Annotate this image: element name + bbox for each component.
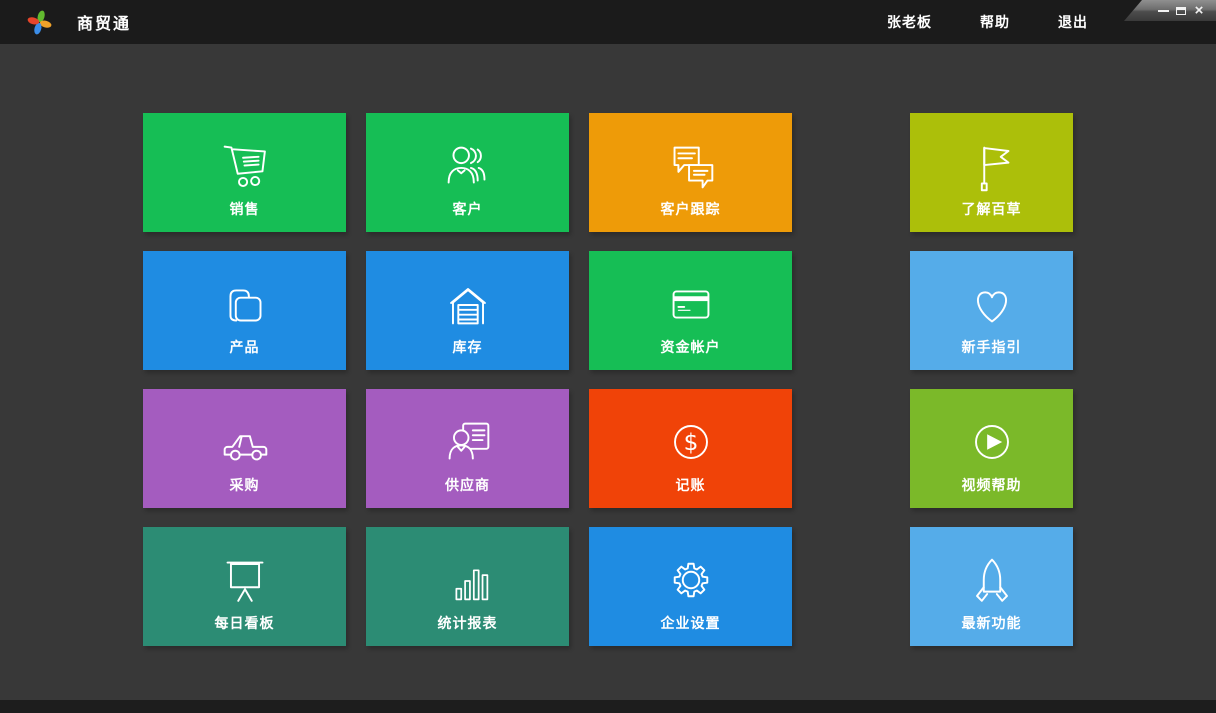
tile-label: 了解百草 bbox=[961, 201, 1022, 217]
main-tile-grid: 销售 客户 客户跟踪 产品 库存 资金帐户 采购 供应商 $ 记账 每日看板 统… bbox=[143, 113, 792, 646]
app-title: 商贸通 bbox=[77, 16, 132, 33]
titlebar: 商贸通 张老板 帮助 退出 bbox=[0, 0, 1216, 44]
chat-icon bbox=[660, 135, 722, 197]
tile-label: 资金帐户 bbox=[660, 339, 721, 355]
warehouse-icon bbox=[437, 273, 499, 335]
tile-label: 采购 bbox=[229, 477, 260, 493]
tile-bookkeeping[interactable]: $ 记账 bbox=[589, 389, 792, 508]
tile-statistics-reports[interactable]: 统计报表 bbox=[366, 527, 569, 646]
tile-label: 客户 bbox=[452, 201, 483, 217]
tile-label: 每日看板 bbox=[214, 615, 275, 631]
app-logo-pinwheel-icon bbox=[26, 9, 53, 36]
people-icon bbox=[437, 135, 499, 197]
tile-suppliers[interactable]: 供应商 bbox=[366, 389, 569, 508]
maximize-icon bbox=[1176, 6, 1186, 15]
rocket-icon bbox=[961, 549, 1023, 611]
side-tile-grid: 了解百草 新手指引 视频帮助 最新功能 bbox=[910, 113, 1073, 646]
tile-about-baicao[interactable]: 了解百草 bbox=[910, 113, 1073, 232]
close-button[interactable]: × bbox=[1190, 2, 1208, 20]
tile-label: 记账 bbox=[675, 477, 706, 493]
dollar-circle-icon: $ bbox=[660, 411, 722, 473]
flag-icon bbox=[961, 135, 1023, 197]
tile-label: 企业设置 bbox=[660, 615, 721, 631]
tile-products[interactable]: 产品 bbox=[143, 251, 346, 370]
tile-sales[interactable]: 销售 bbox=[143, 113, 346, 232]
tile-label: 销售 bbox=[229, 201, 260, 217]
svg-text:$: $ bbox=[683, 429, 698, 456]
maximize-button[interactable] bbox=[1172, 2, 1190, 20]
minimize-button[interactable] bbox=[1154, 2, 1172, 20]
tile-label: 产品 bbox=[229, 339, 260, 355]
tile-daily-board[interactable]: 每日看板 bbox=[143, 527, 346, 646]
tile-enterprise-settings[interactable]: 企业设置 bbox=[589, 527, 792, 646]
tile-label: 最新功能 bbox=[961, 615, 1022, 631]
tile-latest-features[interactable]: 最新功能 bbox=[910, 527, 1073, 646]
minimize-icon bbox=[1157, 9, 1169, 12]
exit-menu-item[interactable]: 退出 bbox=[1034, 12, 1112, 32]
bar-chart-icon bbox=[437, 549, 499, 611]
tile-label: 供应商 bbox=[445, 477, 490, 493]
window-bottom-edge bbox=[0, 700, 1216, 713]
close-icon: × bbox=[1194, 2, 1204, 19]
tile-customers[interactable]: 客户 bbox=[366, 113, 569, 232]
tile-label: 视频帮助 bbox=[961, 477, 1022, 493]
help-menu-item[interactable]: 帮助 bbox=[956, 12, 1034, 32]
folder-icon bbox=[214, 273, 276, 335]
play-circle-icon bbox=[961, 411, 1023, 473]
heart-icon bbox=[961, 273, 1023, 335]
user-menu-item[interactable]: 张老板 bbox=[863, 12, 956, 32]
credit-card-icon bbox=[660, 273, 722, 335]
supplier-card-icon bbox=[437, 411, 499, 473]
car-icon bbox=[214, 411, 276, 473]
top-menu: 张老板 帮助 退出 bbox=[863, 12, 1112, 32]
tile-fund-account[interactable]: 资金帐户 bbox=[589, 251, 792, 370]
tile-label: 客户跟踪 bbox=[660, 201, 721, 217]
tile-purchasing[interactable]: 采购 bbox=[143, 389, 346, 508]
gear-icon bbox=[660, 549, 722, 611]
tile-label: 新手指引 bbox=[961, 339, 1022, 355]
tile-label: 库存 bbox=[452, 339, 483, 355]
tile-video-help[interactable]: 视频帮助 bbox=[910, 389, 1073, 508]
tile-beginner-guide[interactable]: 新手指引 bbox=[910, 251, 1073, 370]
tile-inventory[interactable]: 库存 bbox=[366, 251, 569, 370]
cart-icon bbox=[214, 135, 276, 197]
tile-customer-tracking[interactable]: 客户跟踪 bbox=[589, 113, 792, 232]
tile-label: 统计报表 bbox=[437, 615, 498, 631]
presentation-board-icon bbox=[214, 549, 276, 611]
